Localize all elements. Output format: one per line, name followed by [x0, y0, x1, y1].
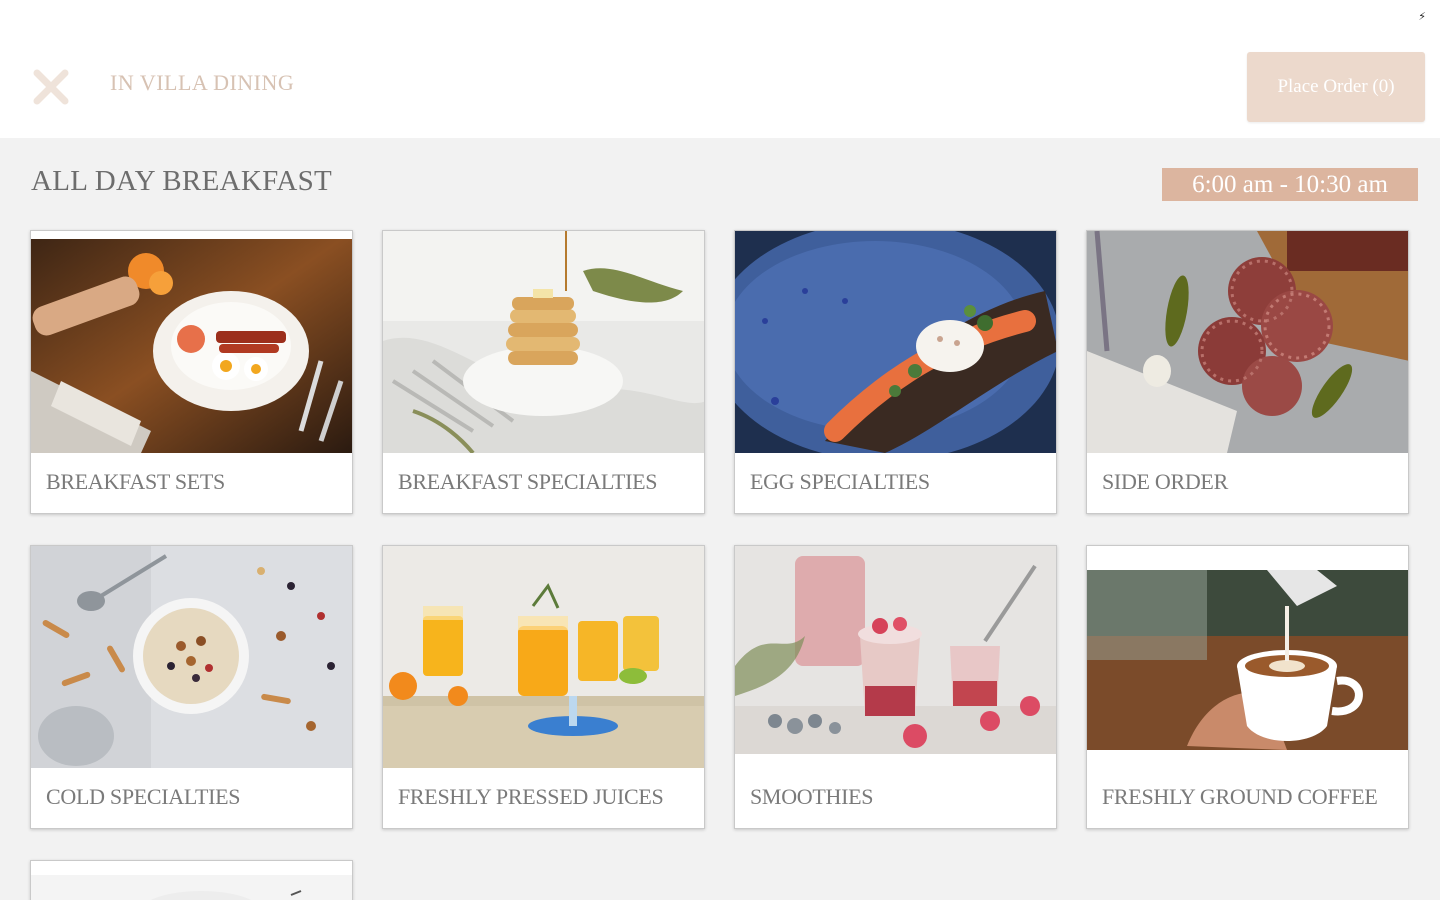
salami-photo	[1087, 231, 1408, 453]
coffee-photo	[1087, 546, 1408, 768]
category-label: FRESHLY PRESSED JUICES	[398, 784, 664, 809]
poached-egg-photo	[735, 231, 1056, 453]
close-icon	[33, 69, 69, 105]
category-label: FRESHLY GROUND COFFEE	[1102, 784, 1378, 809]
category-card-cold-specialties[interactable]: COLD SPECIALTIES	[30, 545, 353, 829]
category-grid: BREAKFAST SETS BREAKFAST SPECIALTIES EGG…	[30, 230, 1409, 900]
page-title: IN VILLA DINING	[110, 70, 295, 95]
breakfast-sets-photo	[31, 231, 352, 453]
category-card-egg-specialties[interactable]: EGG SPECIALTIES	[734, 230, 1057, 514]
muesli-photo	[31, 546, 352, 768]
hours-badge: 6:00 am - 10:30 am	[1162, 168, 1418, 201]
category-label: COLD SPECIALTIES	[46, 784, 241, 809]
category-card-breakfast-specialties[interactable]: BREAKFAST SPECIALTIES	[382, 230, 705, 514]
top-bar: ⚡ IN VILLA DINING Place Order (0)	[0, 0, 1440, 138]
pancakes-photo	[383, 231, 704, 453]
category-card-smoothies[interactable]: SMOOTHIES	[734, 545, 1057, 829]
status-bolt-icon: ⚡	[1418, 10, 1426, 23]
category-card-partial[interactable]	[30, 860, 353, 900]
category-card-freshly-ground-coffee[interactable]: FRESHLY GROUND COFFEE	[1086, 545, 1409, 829]
orange-juice-photo	[383, 546, 704, 768]
category-card-breakfast-sets[interactable]: BREAKFAST SETS	[30, 230, 353, 514]
category-label: BREAKFAST SPECIALTIES	[398, 469, 658, 494]
category-label: SMOOTHIES	[750, 784, 874, 809]
section-title: ALL DAY BREAKFAST	[31, 165, 333, 197]
category-card-side-order[interactable]: SIDE ORDER	[1086, 230, 1409, 514]
category-label: SIDE ORDER	[1102, 469, 1228, 494]
category-label: BREAKFAST SETS	[46, 469, 225, 494]
partial-card-photo	[31, 861, 352, 900]
place-order-button[interactable]: Place Order (0)	[1247, 52, 1425, 122]
category-label: EGG SPECIALTIES	[750, 469, 930, 494]
close-button[interactable]	[28, 64, 74, 110]
smoothie-photo	[735, 546, 1056, 768]
category-card-freshly-pressed-juices[interactable]: FRESHLY PRESSED JUICES	[382, 545, 705, 829]
